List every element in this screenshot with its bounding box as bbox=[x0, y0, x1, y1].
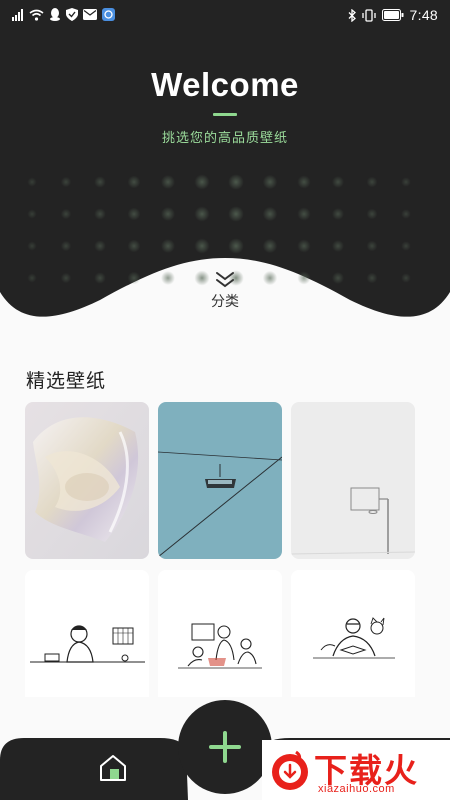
pattern-dot bbox=[94, 176, 106, 188]
pattern-dot bbox=[161, 207, 175, 221]
pattern-dot bbox=[401, 177, 411, 187]
add-button[interactable] bbox=[178, 700, 272, 794]
pattern-dot bbox=[401, 273, 411, 283]
signal-icon bbox=[12, 8, 23, 21]
pattern-dot bbox=[60, 240, 72, 252]
chevron-down-icon bbox=[216, 272, 234, 288]
featured-title: 精选壁纸 bbox=[26, 370, 107, 392]
hero-subtitle: 挑选您的高品质壁纸 bbox=[161, 131, 288, 146]
pattern-dot bbox=[297, 239, 311, 253]
pattern-dot bbox=[332, 240, 344, 252]
pattern-dot bbox=[332, 208, 344, 220]
pattern-dot bbox=[127, 239, 141, 253]
vibrate-icon bbox=[361, 8, 376, 22]
site-watermark: 下载火 xiazaihuo.com bbox=[262, 740, 450, 800]
pattern-dot bbox=[127, 175, 141, 189]
status-time: 7:48 bbox=[409, 7, 438, 23]
accent-divider bbox=[213, 113, 237, 116]
pattern-dot bbox=[60, 272, 72, 284]
family-sketch-wallpaper[interactable] bbox=[158, 570, 282, 697]
category-label: 分类 bbox=[211, 294, 239, 310]
pattern-dot bbox=[27, 273, 37, 283]
pattern-dot bbox=[401, 209, 411, 219]
cable-car-wallpaper[interactable] bbox=[158, 402, 282, 559]
pattern-dot bbox=[262, 206, 278, 222]
pattern-dot bbox=[366, 208, 378, 220]
pattern-dot bbox=[297, 207, 311, 221]
home-icon bbox=[100, 755, 126, 781]
download-fire-icon bbox=[272, 750, 308, 790]
basketball-hoop-wallpaper[interactable] bbox=[291, 402, 415, 559]
wallpaper-grid bbox=[25, 402, 417, 697]
pattern-dot bbox=[27, 177, 37, 187]
hero-header: 7:48 Welcome 挑选您的高品质壁纸 分类 bbox=[0, 0, 450, 330]
plus-icon bbox=[209, 731, 241, 763]
pattern-dot bbox=[332, 272, 344, 284]
pattern-dot bbox=[161, 271, 175, 285]
home-button[interactable] bbox=[97, 752, 129, 784]
shield-icon bbox=[66, 8, 78, 21]
pattern-dot bbox=[297, 175, 311, 189]
pattern-dot bbox=[27, 209, 37, 219]
pattern-dot bbox=[228, 238, 244, 254]
pattern-dot bbox=[127, 271, 141, 285]
pattern-dot bbox=[228, 174, 244, 190]
pattern-dot bbox=[366, 176, 378, 188]
reading-sketch-wallpaper[interactable] bbox=[291, 570, 415, 697]
bluetooth-icon bbox=[348, 8, 356, 22]
pattern-dot bbox=[297, 271, 311, 285]
pattern-dot bbox=[366, 240, 378, 252]
mail-icon bbox=[83, 9, 97, 20]
abstract-glass-wallpaper[interactable] bbox=[25, 402, 149, 559]
pattern-dot bbox=[94, 240, 106, 252]
pattern-dot bbox=[401, 241, 411, 251]
battery-icon bbox=[381, 9, 404, 21]
pattern-dot bbox=[60, 176, 72, 188]
pattern-dot bbox=[60, 208, 72, 220]
pattern-dot bbox=[366, 272, 378, 284]
pattern-dot bbox=[27, 241, 37, 251]
pattern-dot bbox=[262, 174, 278, 190]
pattern-dot bbox=[228, 206, 244, 222]
pattern-dot bbox=[262, 238, 278, 254]
pattern-dot bbox=[194, 174, 210, 190]
wifi-icon bbox=[29, 9, 44, 21]
pattern-dot bbox=[94, 272, 106, 284]
pattern-dot bbox=[94, 208, 106, 220]
pattern-dot bbox=[127, 207, 141, 221]
pattern-dot bbox=[161, 175, 175, 189]
status-bar: 7:48 bbox=[0, 0, 450, 32]
pattern-dot bbox=[194, 238, 210, 254]
watermark-subtitle: xiazaihuo.com bbox=[318, 783, 395, 795]
pattern-dot bbox=[194, 206, 210, 222]
pattern-dot bbox=[161, 239, 175, 253]
welcome-title: Welcome bbox=[151, 66, 299, 103]
person-drawing-wallpaper[interactable] bbox=[25, 570, 149, 697]
app-icon bbox=[102, 8, 115, 21]
category-button[interactable]: 分类 bbox=[175, 271, 275, 327]
qq-icon bbox=[50, 8, 60, 21]
pattern-dot bbox=[332, 176, 344, 188]
